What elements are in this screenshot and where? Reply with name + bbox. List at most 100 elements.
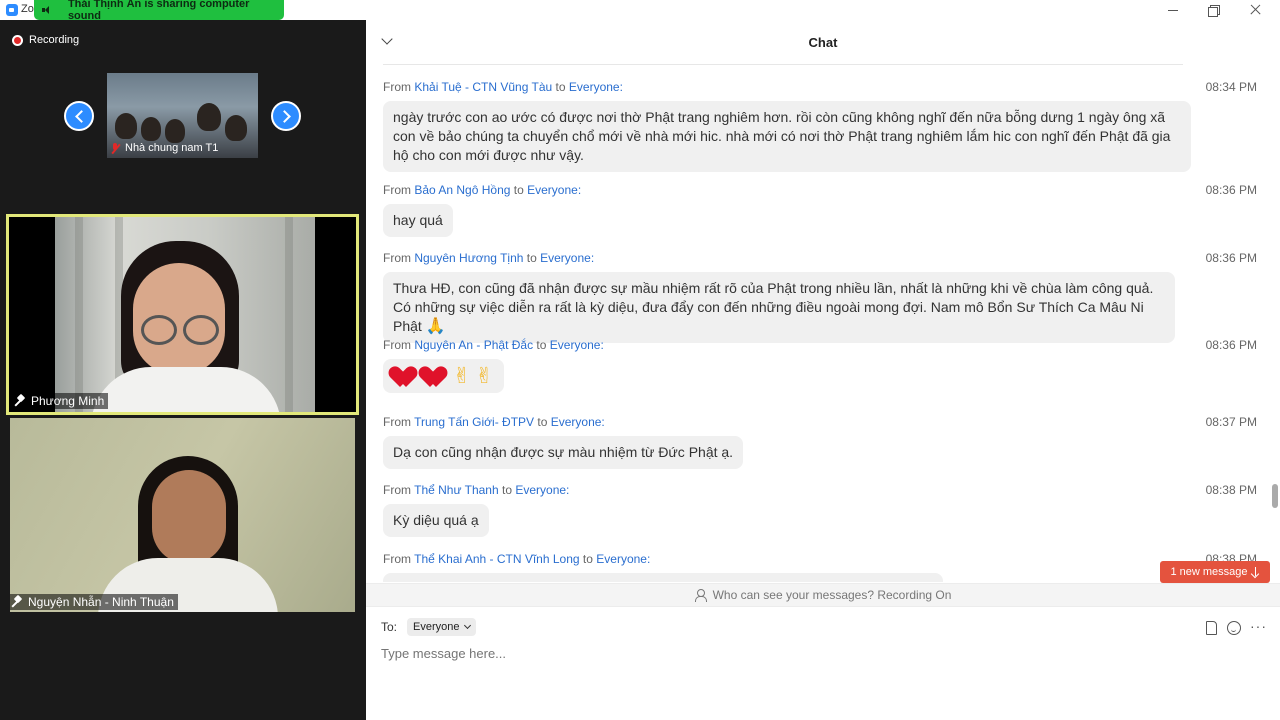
sender-name[interactable]: Khải Tuệ - CTN Vũng Tàu — [414, 80, 552, 94]
chat-scrollbar[interactable] — [1272, 66, 1278, 580]
person-silhouette — [115, 113, 137, 139]
recipient-name[interactable]: Everyone: — [515, 483, 569, 497]
message-meta: From Trung Tấn Giới- ĐTPV to Everyone: — [383, 415, 1257, 429]
message-input[interactable] — [381, 646, 1261, 661]
chevron-down-icon — [463, 621, 471, 630]
chat-message: From Bảo An Ngô Hồng to Everyone: 08:36 … — [383, 183, 1257, 237]
from-label: From — [383, 80, 411, 94]
participant-name: Nguyện Nhẫn - Ninh Thuận — [28, 595, 174, 609]
to-word: to — [526, 251, 537, 265]
recipient-name[interactable]: Everyone: — [527, 183, 581, 197]
to-word: to — [555, 80, 566, 94]
message-meta: From Bảo An Ngô Hồng to Everyone: — [383, 183, 1257, 197]
curtain-fold — [75, 217, 83, 412]
emoji-icon[interactable] — [1227, 621, 1241, 635]
praying-hands-icon: 🙏 — [425, 318, 446, 335]
sender-name[interactable]: Thể Như Thanh — [414, 483, 499, 497]
chat-message: From Trung Tấn Giới- ĐTPV to Everyone: 0… — [383, 415, 1257, 469]
restore-icon[interactable] — [1204, 2, 1224, 18]
from-label: From — [383, 251, 411, 265]
message-time: 08:38 PM — [1205, 483, 1257, 497]
privacy-notice[interactable]: Who can see your messages? Recording On — [366, 583, 1280, 607]
next-page-button[interactable] — [271, 101, 301, 131]
message-time: 08:34 PM — [1205, 80, 1257, 94]
chat-message: From Thể Như Thanh to Everyone: 08:38 PM… — [383, 483, 1257, 537]
message-meta: From Thể Khai Anh - CTN Vĩnh Long to Eve… — [383, 552, 1257, 566]
recipient-name[interactable]: Everyone: — [550, 338, 604, 352]
chevron-left-icon — [74, 109, 88, 123]
from-label: From — [383, 415, 411, 429]
sender-name[interactable]: Trung Tấn Giới- ĐTPV — [414, 415, 534, 429]
sender-name[interactable]: Bảo An Ngô Hồng — [414, 183, 510, 197]
recipient-name[interactable]: Everyone: — [596, 552, 650, 566]
from-label: From — [383, 183, 411, 197]
message-time: 08:36 PM — [1205, 251, 1257, 265]
recipient-name[interactable]: Everyone: — [540, 251, 594, 265]
message-bubble: ngày trước con ao ước có được nơi thờ Ph… — [383, 101, 1191, 172]
to-word: to — [513, 183, 524, 197]
participant-video-active[interactable]: Phương Minh — [6, 214, 359, 415]
scroll-thumb[interactable] — [1272, 484, 1278, 508]
message-time: 08:36 PM — [1205, 338, 1257, 352]
sender-name[interactable]: Nguyên Hương Tịnh — [414, 251, 523, 265]
to-word: to — [582, 552, 593, 566]
recipient-name[interactable]: Everyone: — [569, 80, 623, 94]
recipient-name[interactable]: Everyone: — [551, 415, 605, 429]
chat-message: From Nguyên An - Phật Đắc to Everyone: 0… — [383, 338, 1257, 393]
chat-message: From Nguyên Hương Tịnh to Everyone: 08:3… — [383, 251, 1257, 343]
recipient-dropdown[interactable]: Everyone — [407, 618, 476, 636]
previous-page-button[interactable] — [64, 101, 94, 131]
person-silhouette — [165, 119, 185, 143]
pin-icon — [16, 395, 26, 407]
recording-indicator[interactable]: Recording — [12, 34, 79, 46]
sender-name[interactable]: Thể Khai Anh - CTN Vĩnh Long — [414, 552, 579, 566]
zoom-window: Zo Thái Thịnh Ân is sharing computer sou… — [0, 0, 1280, 720]
message-time: 08:36 PM — [1205, 183, 1257, 197]
heart-icon — [393, 364, 419, 388]
new-message-label: 1 new message — [1170, 566, 1248, 578]
chat-title: Chat — [808, 35, 838, 50]
message-meta: From Nguyên An - Phật Đắc to Everyone: — [383, 338, 1257, 352]
privacy-text: Who can see your messages? Recording On — [712, 588, 952, 602]
message-text: Thưa HĐ, con cũng đã nhận được sự mầu nh… — [393, 280, 1154, 334]
to-label: To: — [381, 620, 398, 634]
message-bubble: hay quá — [383, 204, 453, 237]
file-icon[interactable] — [1206, 621, 1217, 635]
from-label: From — [383, 483, 411, 497]
message-meta: From Nguyên Hương Tịnh to Everyone: — [383, 251, 1257, 265]
victory-hand-icon: ✌ — [475, 363, 494, 388]
participant-name: Phương Minh — [31, 394, 105, 408]
thumbnail-name-tag: Nhà chung nam T1 — [110, 142, 218, 154]
new-message-button[interactable]: 1 new message — [1160, 561, 1270, 583]
mic-muted-icon — [110, 142, 120, 154]
from-label: From — [383, 338, 411, 352]
app-title: Zo — [21, 3, 34, 15]
to-word: to — [537, 415, 548, 429]
more-icon[interactable]: ··· — [1250, 619, 1266, 635]
person-silhouette — [197, 103, 221, 131]
sound-share-banner[interactable]: Thái Thịnh Ân is sharing computer sound — [34, 0, 284, 22]
arrow-down-icon — [1252, 567, 1260, 577]
message-list[interactable]: From Khải Tuệ - CTN Vũng Tàu to Everyone… — [366, 70, 1266, 582]
zoom-logo-icon — [6, 4, 18, 16]
chevron-right-icon — [277, 109, 291, 123]
to-word: to — [502, 483, 513, 497]
chat-message: From Thể Khai Anh - CTN Vĩnh Long to Eve… — [383, 552, 1257, 582]
message-meta: From Thể Như Thanh to Everyone: — [383, 483, 1257, 497]
close-icon[interactable] — [1246, 2, 1266, 18]
pin-icon — [13, 596, 23, 608]
divider — [383, 64, 1183, 65]
speaker-icon — [42, 5, 52, 15]
chat-message: From Khải Tuệ - CTN Vũng Tàu to Everyone… — [383, 80, 1257, 172]
video-pane: Zo Thái Thịnh Ân is sharing computer sou… — [0, 0, 366, 720]
participant-face — [152, 470, 226, 564]
sender-name[interactable]: Nguyên An - Phật Đắc — [414, 338, 533, 352]
participant-name-tag: Nguyện Nhẫn - Ninh Thuận — [10, 594, 178, 610]
sound-share-text: Thái Thịnh Ân is sharing computer sound — [67, 0, 250, 22]
person-icon — [694, 588, 707, 602]
minimize-icon[interactable] — [1163, 2, 1183, 18]
person-silhouette — [225, 115, 247, 141]
recipient-value: Everyone — [413, 621, 460, 633]
participant-video[interactable]: Nguyện Nhẫn - Ninh Thuận — [10, 418, 355, 612]
record-icon — [12, 34, 23, 46]
